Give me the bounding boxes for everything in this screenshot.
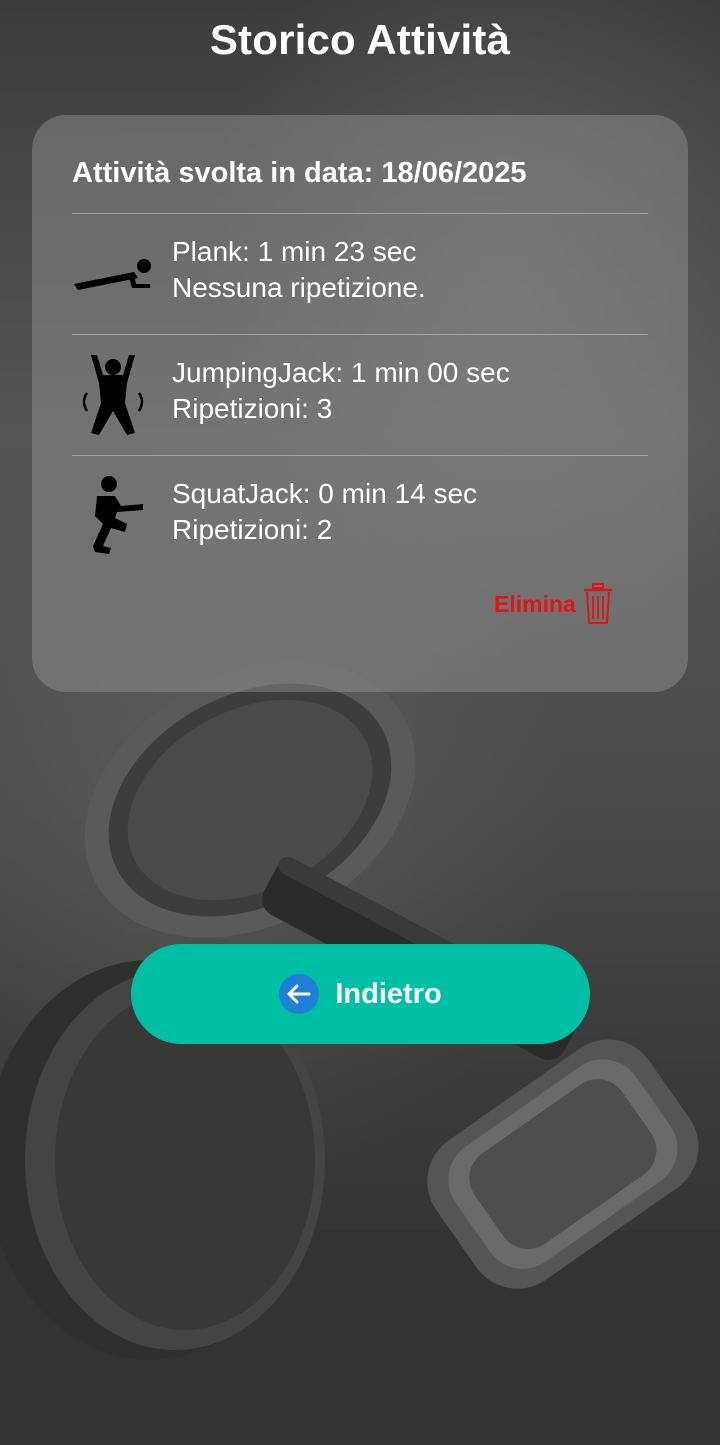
arrow-left-icon bbox=[279, 974, 320, 1014]
squat-jack-icon bbox=[72, 456, 154, 576]
activity-row-jumpingjack: JumpingJack: 1 min 00 sec Ripetizioni: 3 bbox=[72, 335, 648, 455]
plank-icon bbox=[72, 214, 154, 334]
activity-repetitions: Ripetizioni: 3 bbox=[172, 393, 333, 424]
activity-card: Attività svolta in data: 18/06/2025 Plan… bbox=[32, 115, 688, 692]
delete-button[interactable]: Elimina bbox=[494, 583, 614, 625]
activity-repetitions: Ripetizioni: 2 bbox=[172, 514, 333, 545]
jumping-jack-icon bbox=[72, 335, 154, 455]
page-title: Storico Attività bbox=[209, 16, 511, 63]
back-button[interactable]: Indietro bbox=[131, 944, 590, 1044]
activity-duration: SquatJack: 0 min 14 sec bbox=[172, 478, 478, 509]
activity-row-squatjack: SquatJack: 0 min 14 sec Ripetizioni: 2 bbox=[72, 456, 648, 576]
activity-date: Attività svolta in data: 18/06/2025 bbox=[72, 157, 527, 189]
delete-label: Elimina bbox=[494, 590, 576, 617]
back-label: Indietro bbox=[335, 977, 442, 1010]
activity-duration: JumpingJack: 1 min 00 sec bbox=[172, 357, 510, 388]
activity-repetitions: Nessuna ripetizione. bbox=[172, 272, 426, 303]
trash-icon bbox=[583, 583, 612, 624]
activity-duration: Plank: 1 min 23 sec bbox=[172, 236, 417, 267]
activity-row-plank: Plank: 1 min 23 sec Nessuna ripetizione. bbox=[72, 214, 648, 334]
